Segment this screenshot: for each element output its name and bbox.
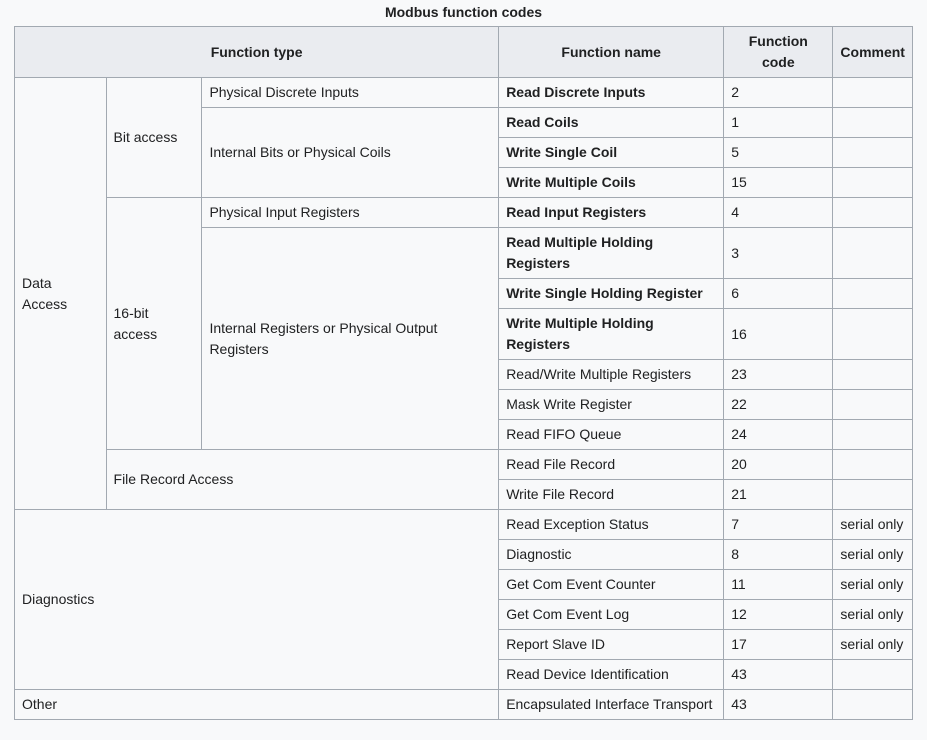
fn-comment	[833, 390, 913, 420]
fn-comment	[833, 690, 913, 720]
fn-code: 6	[724, 279, 833, 309]
fn-comment	[833, 279, 913, 309]
fn-name: Read Device Identification	[499, 660, 724, 690]
fn-code: 17	[724, 630, 833, 660]
modbus-function-codes-table: Modbus function codes Function type Func…	[14, 0, 913, 720]
fn-code: 3	[724, 228, 833, 279]
fn-code: 43	[724, 690, 833, 720]
col-function-name: Function name	[499, 27, 724, 78]
fn-name: Get Com Event Counter	[499, 570, 724, 600]
group-bit-access: Bit access	[106, 78, 202, 198]
group-file-record: File Record Access	[106, 450, 499, 510]
col-function-code: Function code	[724, 27, 833, 78]
table-row: Diagnostics Read Exception Status 7 seri…	[15, 510, 913, 540]
fn-code: 8	[724, 540, 833, 570]
fn-code: 15	[724, 168, 833, 198]
fn-name: Read/Write Multiple Registers	[499, 360, 724, 390]
fn-comment: serial only	[833, 570, 913, 600]
fn-name: Read FIFO Queue	[499, 420, 724, 450]
fn-comment: serial only	[833, 630, 913, 660]
fn-comment	[833, 309, 913, 360]
fn-name: Write File Record	[499, 480, 724, 510]
fn-comment	[833, 78, 913, 108]
subgroup-irpor: Internal Registers or Physical Output Re…	[202, 228, 499, 450]
fn-code: 21	[724, 480, 833, 510]
fn-comment	[833, 420, 913, 450]
fn-name: Read Input Registers	[499, 198, 724, 228]
table-row: Other Encapsulated Interface Transport 4…	[15, 690, 913, 720]
fn-comment	[833, 168, 913, 198]
fn-comment: serial only	[833, 510, 913, 540]
fn-comment	[833, 660, 913, 690]
subgroup-pir: Physical Input Registers	[202, 198, 499, 228]
fn-code: 24	[724, 420, 833, 450]
fn-comment	[833, 108, 913, 138]
fn-comment	[833, 450, 913, 480]
subgroup-pdi: Physical Discrete Inputs	[202, 78, 499, 108]
fn-name: Report Slave ID	[499, 630, 724, 660]
col-comment: Comment	[833, 27, 913, 78]
subgroup-ibpc: Internal Bits or Physical Coils	[202, 108, 499, 198]
table-row: 16-bit access Physical Input Registers R…	[15, 198, 913, 228]
fn-code: 5	[724, 138, 833, 168]
fn-name: Write Multiple Holding Registers	[499, 309, 724, 360]
fn-name: Read Multiple Holding Registers	[499, 228, 724, 279]
fn-code: 11	[724, 570, 833, 600]
fn-code: 2	[724, 78, 833, 108]
fn-code: 23	[724, 360, 833, 390]
fn-comment: serial only	[833, 600, 913, 630]
fn-name: Write Single Coil	[499, 138, 724, 168]
fn-code: 22	[724, 390, 833, 420]
fn-name: Read Coils	[499, 108, 724, 138]
fn-code: 7	[724, 510, 833, 540]
fn-name: Read Exception Status	[499, 510, 724, 540]
fn-code: 20	[724, 450, 833, 480]
col-function-type: Function type	[15, 27, 499, 78]
fn-comment	[833, 138, 913, 168]
fn-comment	[833, 360, 913, 390]
fn-name: Write Single Holding Register	[499, 279, 724, 309]
group-other: Other	[15, 690, 499, 720]
fn-comment	[833, 480, 913, 510]
fn-name: Get Com Event Log	[499, 600, 724, 630]
fn-name: Read File Record	[499, 450, 724, 480]
table-row: File Record Access Read File Record 20	[15, 450, 913, 480]
header-row: Function type Function name Function cod…	[15, 27, 913, 78]
fn-comment	[833, 228, 913, 279]
table-caption: Modbus function codes	[14, 0, 913, 26]
fn-name: Write Multiple Coils	[499, 168, 724, 198]
fn-comment: serial only	[833, 540, 913, 570]
fn-name: Encapsulated Interface Transport	[499, 690, 724, 720]
fn-name: Mask Write Register	[499, 390, 724, 420]
table-row: Data Access Bit access Physical Discrete…	[15, 78, 913, 108]
fn-code: 4	[724, 198, 833, 228]
fn-code: 1	[724, 108, 833, 138]
group-diagnostics: Diagnostics	[15, 510, 499, 690]
fn-code: 16	[724, 309, 833, 360]
fn-name: Read Discrete Inputs	[499, 78, 724, 108]
group-data-access: Data Access	[15, 78, 107, 510]
fn-code: 43	[724, 660, 833, 690]
group-16bit-access: 16-bit access	[106, 198, 202, 450]
fn-name: Diagnostic	[499, 540, 724, 570]
fn-comment	[833, 198, 913, 228]
fn-code: 12	[724, 600, 833, 630]
